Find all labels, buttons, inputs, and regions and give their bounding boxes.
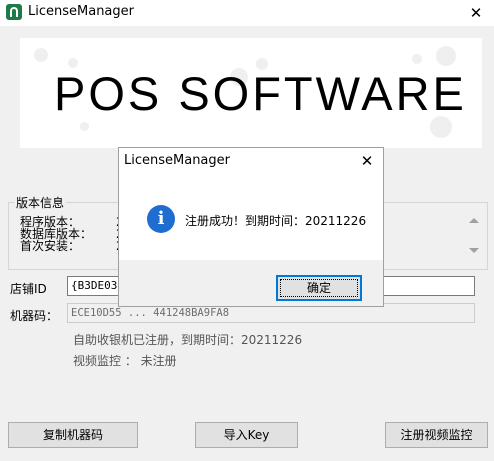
dialog-title: LicenseManager <box>124 153 230 168</box>
ok-button[interactable]: 确定 <box>276 275 362 301</box>
info-icon: i <box>147 205 175 233</box>
copy-machine-code-button[interactable]: 复制机器码 <box>8 422 138 448</box>
dialog-message: 注册成功！到期时间：20211226 <box>185 214 367 228</box>
decorative-dot <box>412 54 422 64</box>
decorative-dot <box>436 46 456 66</box>
dialog-close-button[interactable]: ✕ <box>355 150 379 172</box>
import-key-button[interactable]: 导入Key <box>195 422 298 448</box>
machine-code-label: 机器码： <box>10 309 59 323</box>
version-row: 首次安装： 2 <box>20 239 124 253</box>
video-monitor-status: 视频监控 ： 未注册 <box>73 354 177 368</box>
version-info-legend: 版本信息 <box>14 194 67 211</box>
decorative-dot <box>80 122 89 131</box>
version-row-label: 首次安装： <box>20 239 81 253</box>
message-dialog: LicenseManager ✕ i 注册成功！到期时间：20211226 确定 <box>118 147 384 307</box>
register-video-monitor-button[interactable]: 注册视频监控 <box>385 422 488 448</box>
shop-id-label: 店铺ID <box>10 282 47 296</box>
banner: POS SOFTWARE <box>20 38 482 148</box>
registration-status: 自助收银机已注册，到期时间：20211226 <box>73 333 303 347</box>
scroll-down-icon[interactable] <box>469 248 479 253</box>
window-title: LicenseManager <box>28 4 134 19</box>
version-scrollbar[interactable] <box>466 210 482 262</box>
scroll-up-icon[interactable] <box>469 218 479 223</box>
window-close-button[interactable]: ✕ <box>462 2 490 24</box>
app-icon <box>6 4 22 20</box>
decorative-dot <box>34 48 48 62</box>
banner-title: POS SOFTWARE <box>54 67 467 120</box>
